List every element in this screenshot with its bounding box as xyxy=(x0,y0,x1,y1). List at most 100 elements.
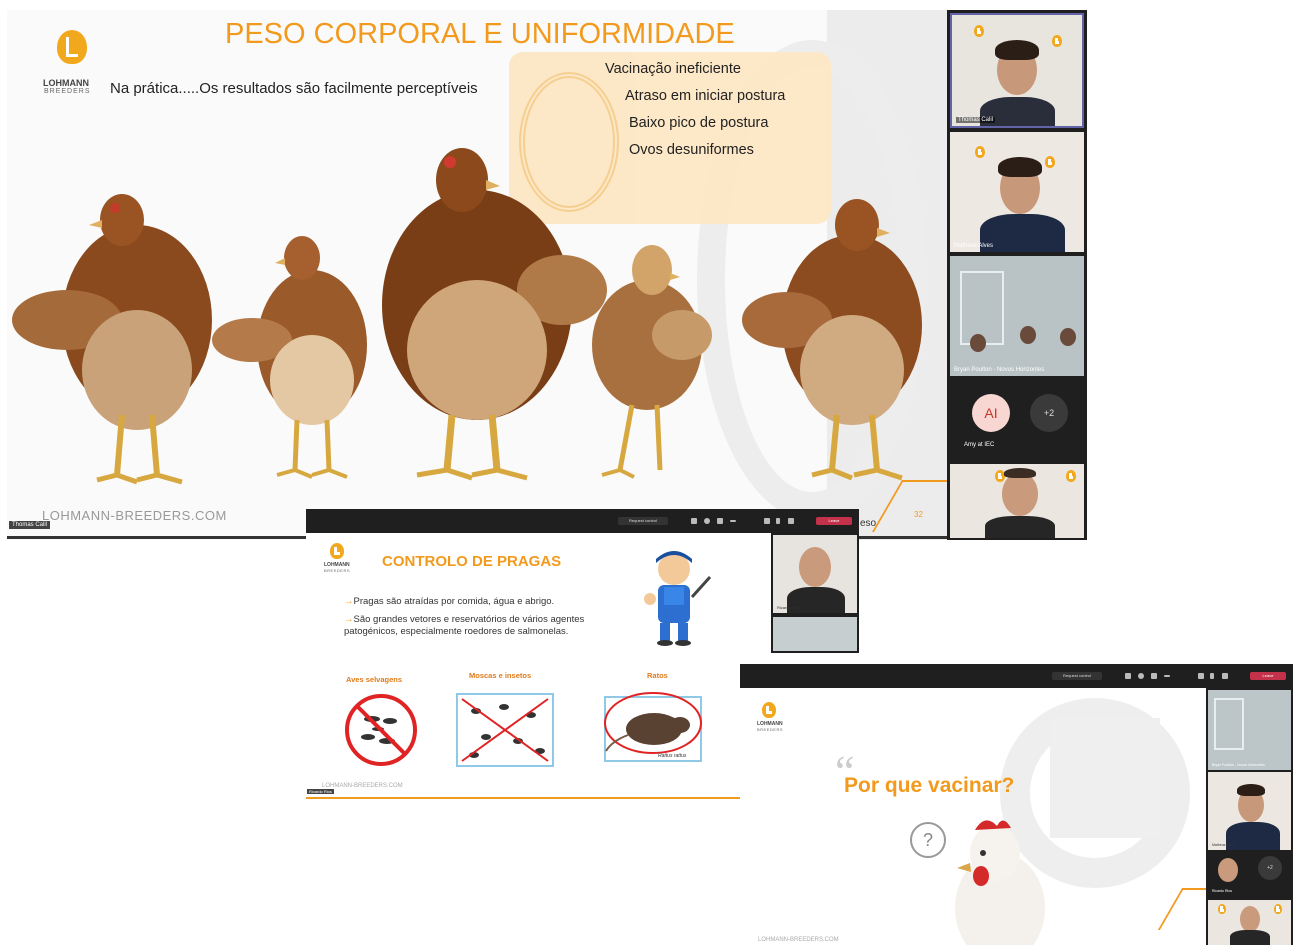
lohmann-logo-icon xyxy=(57,30,87,64)
reactions-icon[interactable] xyxy=(1138,673,1144,679)
arrow-icon: → xyxy=(344,614,354,625)
participants-panel: Ricardo Rios xyxy=(771,533,859,653)
slide-por-que-vacinar: LOHMANN BREEDERS “ Por que vacinar? ? LO… xyxy=(740,688,1206,945)
slide-footer-url: LOHMANN-BREEDERS.COM xyxy=(758,937,839,943)
participant-name: Matheus Alves xyxy=(1212,843,1235,847)
mic-icon[interactable] xyxy=(1210,673,1214,679)
leave-button[interactable]: Leave xyxy=(816,517,852,525)
hen-image-5 xyxy=(742,199,922,481)
room-shelf xyxy=(960,271,1004,345)
screen-share-3: Request control Leave Presenting Stop pr… xyxy=(740,664,1293,945)
lohmann-logo-icon xyxy=(975,146,985,158)
participant-tile[interactable] xyxy=(773,617,857,651)
slide-footer-url: LOHMANN-BREEDERS.COM xyxy=(42,508,227,523)
hand-icon[interactable] xyxy=(691,518,697,524)
info-bullet-3: Baixo pico de postura xyxy=(629,115,769,131)
chat-icon[interactable] xyxy=(1151,673,1157,679)
lohmann-logo-icon xyxy=(1218,904,1226,914)
lohmann-logo-icon xyxy=(974,25,984,37)
camera-icon[interactable] xyxy=(1198,673,1204,679)
participants-panel: Bryan Poulton - Novos Horizontes Matheus… xyxy=(1206,688,1293,945)
hen-image-2 xyxy=(212,236,367,479)
participant-hair xyxy=(1004,468,1036,478)
rooster-image xyxy=(955,820,1045,945)
participant-tile[interactable]: AI +2 Amy at IEC xyxy=(950,380,1084,460)
request-control-button[interactable]: Request control xyxy=(618,517,668,525)
presenter-name-tag: Ricardo Rios xyxy=(307,789,334,794)
logo-line1: LOHMANN xyxy=(43,78,89,88)
participant-hair xyxy=(998,157,1042,177)
leave-button[interactable]: Leave xyxy=(1250,672,1286,680)
participant-tile[interactable]: +2 Ricardo Rios xyxy=(1208,852,1291,896)
participant-name: Thomas Calil xyxy=(956,117,996,123)
more-participants-button[interactable]: +2 xyxy=(1030,394,1068,432)
participant-face xyxy=(1020,326,1036,344)
bullet-text: Pragas são atraídas por comida, água e a… xyxy=(353,596,555,607)
participant-tile[interactable] xyxy=(1208,900,1291,945)
rat-caption: Rattus rattus xyxy=(658,753,687,759)
lohmann-logo-icon xyxy=(762,702,776,718)
bullet-text: São grandes vetores e reservatórios de v… xyxy=(344,614,585,637)
info-bullet-1: Vacinação ineficiente xyxy=(605,61,741,77)
category-label-1: Aves selvagens xyxy=(346,675,403,684)
lohmann-logo-icon xyxy=(1045,156,1055,168)
hen-image-1 xyxy=(12,194,212,485)
more-participants-button[interactable]: +2 xyxy=(1258,856,1282,880)
slide-title: CONTROLO DE PRAGAS xyxy=(382,553,562,570)
arrow-icon: → xyxy=(344,596,354,607)
share-icon[interactable] xyxy=(1222,673,1228,679)
bullet-2: →São grandes vetores e reservatórios de … xyxy=(344,614,614,638)
participant-shirt xyxy=(980,97,1055,126)
slide-footer-line xyxy=(306,797,741,799)
logo-line2: BREEDERS xyxy=(757,727,784,732)
participant-tile[interactable]: Bryan Poulton - Novos Horizontes xyxy=(950,256,1084,376)
participant-face xyxy=(970,334,986,352)
room-shelf xyxy=(1214,698,1244,750)
more-icon[interactable] xyxy=(1164,675,1170,677)
no-birds-icon xyxy=(345,694,417,766)
bullet-1: →Pragas são atraídas por comida, água e … xyxy=(344,596,604,608)
request-control-button[interactable]: Request control xyxy=(1052,672,1102,680)
slide-peso-corporal: LOHMANN BREEDERS PESO CORPORAL E UNIFORM… xyxy=(7,10,947,540)
participant-tile[interactable]: Matheus Alves xyxy=(950,132,1084,252)
camera-icon[interactable] xyxy=(764,518,770,524)
participant-avatar: AI xyxy=(972,394,1010,432)
question-mark-icon: ? xyxy=(910,822,946,858)
slide-question: Por que vacinar? xyxy=(844,774,1015,797)
logo-line2: BREEDERS xyxy=(324,568,351,573)
reactions-icon[interactable] xyxy=(704,518,710,524)
chat-icon[interactable] xyxy=(717,518,723,524)
participant-tile[interactable] xyxy=(950,464,1084,538)
no-rats-icon xyxy=(604,692,702,762)
participant-face xyxy=(1002,472,1038,516)
participant-tile[interactable]: Bryan Poulton - Novos Horizontes xyxy=(1208,690,1291,770)
participant-tile[interactable]: Thomas Calil xyxy=(950,13,1084,128)
share-icon[interactable] xyxy=(788,518,794,524)
logo-line2: BREEDERS xyxy=(44,88,91,95)
slide-corner-frame xyxy=(1157,888,1206,930)
slide-footer-fragment: eso xyxy=(860,518,877,529)
participant-face xyxy=(799,547,831,587)
slide-background-shape xyxy=(1050,718,1160,838)
participant-face xyxy=(1240,906,1260,932)
participant-name: Ricardo Rios xyxy=(1212,889,1233,893)
category-label-3: Ratos xyxy=(647,671,668,680)
lohmann-logo-icon xyxy=(330,543,344,559)
participant-name: Matheus Alves xyxy=(954,243,994,249)
participant-name: Ricardo Rios xyxy=(777,605,800,610)
exterminator-mascot-image xyxy=(644,551,712,646)
participant-tile[interactable]: Matheus Alves xyxy=(1208,772,1291,850)
info-bullet-2: Atraso em iniciar postura xyxy=(625,88,786,104)
more-icon[interactable] xyxy=(730,520,736,522)
teams-toolbar: Request control Leave xyxy=(740,664,1293,688)
slide-subtitle: Na prática.....Os resultados são facilme… xyxy=(110,80,478,97)
participant-name: Bryan Poulton - Novos Horizontes xyxy=(954,367,1045,373)
no-flies-icon xyxy=(456,693,554,767)
hand-icon[interactable] xyxy=(1125,673,1131,679)
presenter-name-tag: Thomas Calil xyxy=(9,521,51,529)
slide-controlo-pragas: LOHMANN BREEDERS CONTROLO DE PRAGAS →Pra… xyxy=(306,533,741,801)
participant-tile[interactable]: Ricardo Rios xyxy=(773,535,857,613)
slide-title: PESO CORPORAL E UNIFORMIDADE xyxy=(225,18,735,50)
mic-icon[interactable] xyxy=(776,518,780,524)
info-bullet-4: Ovos desuniformes xyxy=(629,142,754,158)
